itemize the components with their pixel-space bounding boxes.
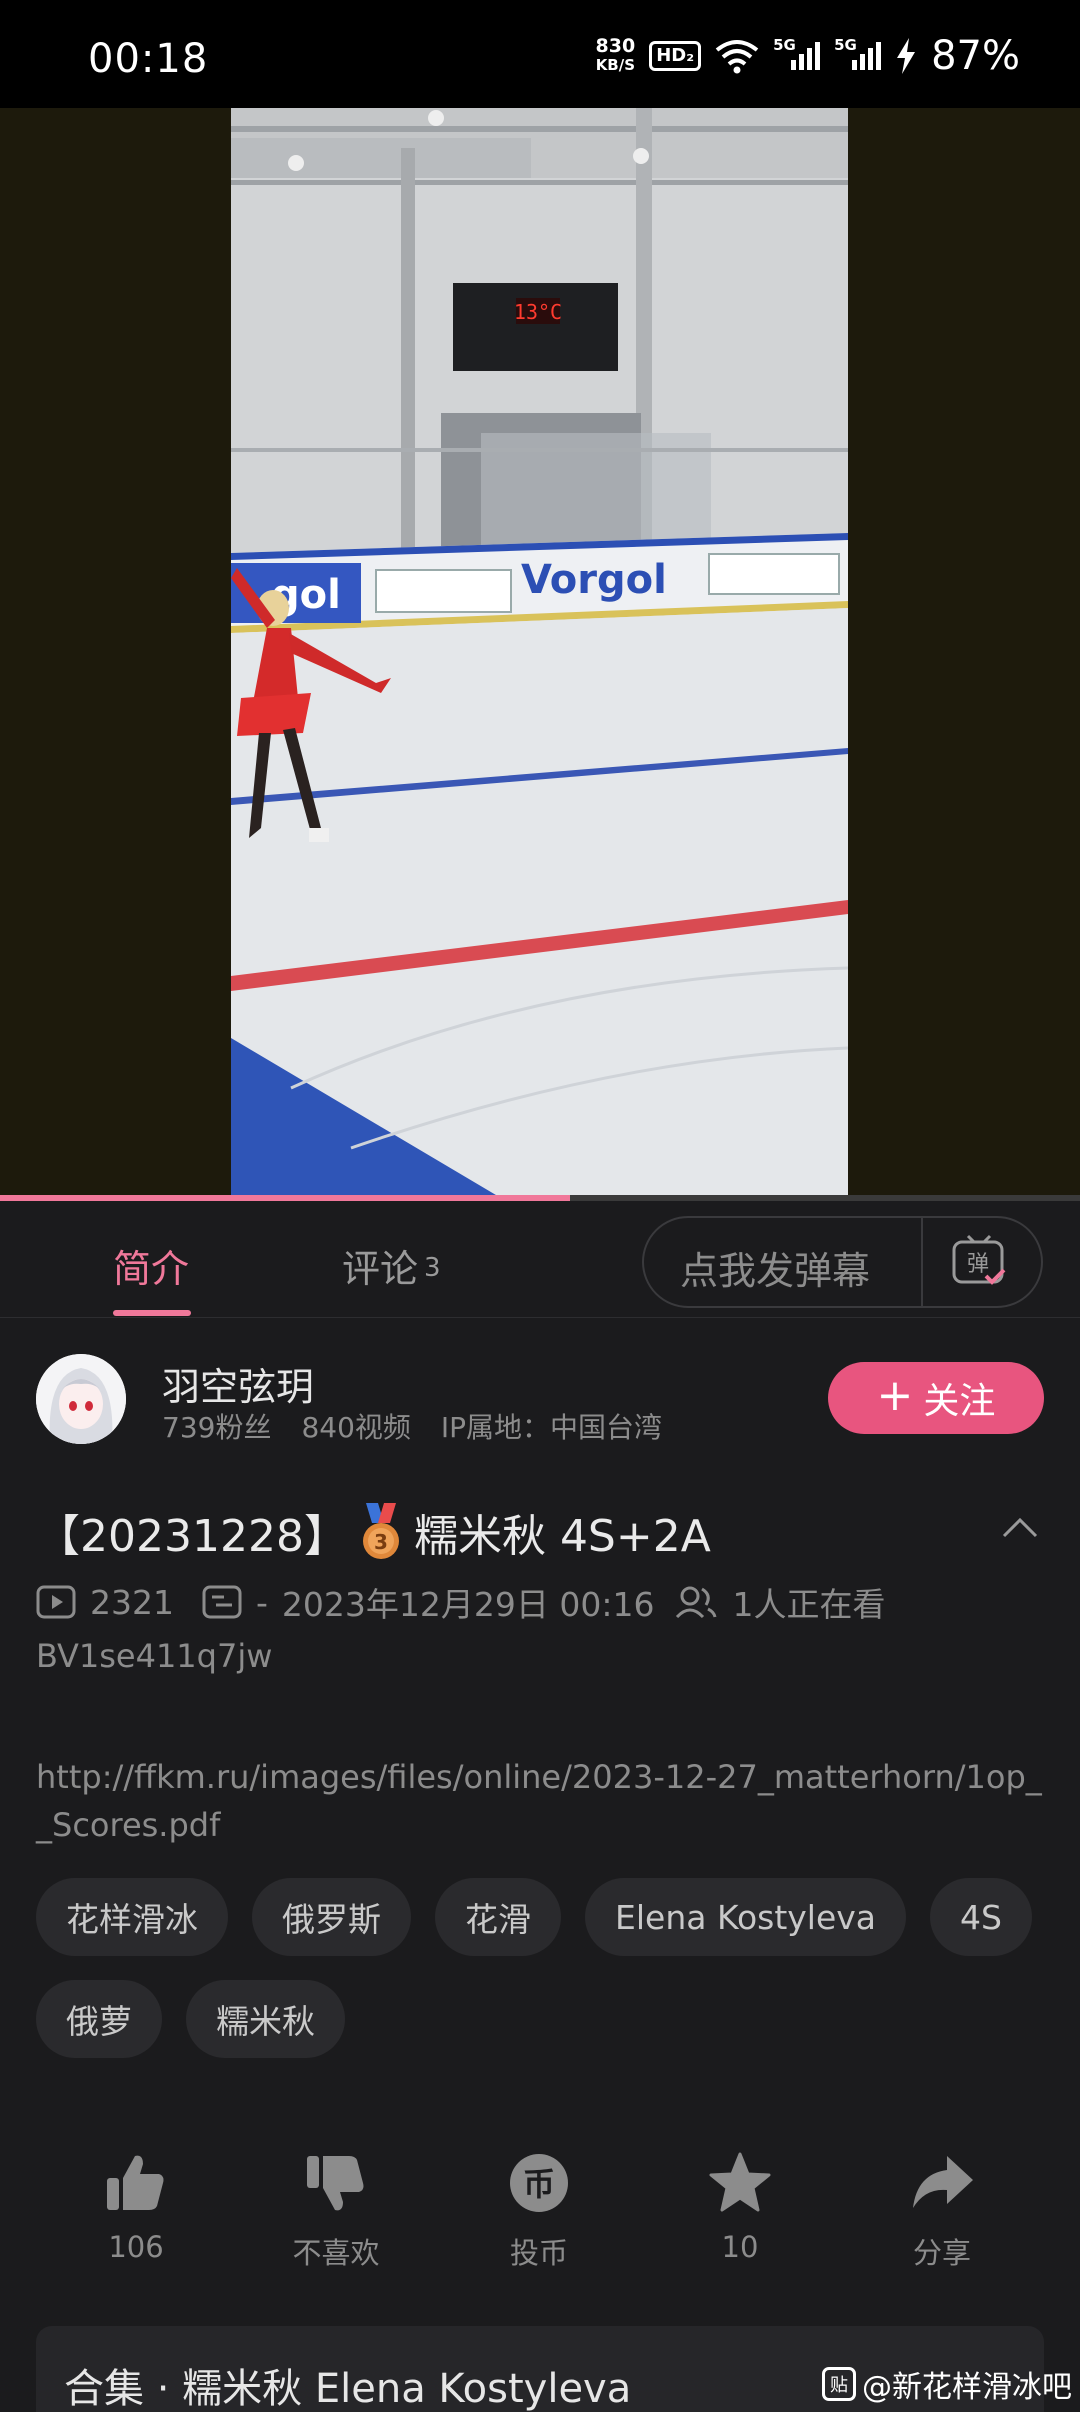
- video-description[interactable]: http://ffkm.ru/images/files/online/2023-…: [36, 1753, 1046, 1849]
- status-time: 00:18: [88, 36, 209, 82]
- charging-icon: [897, 38, 916, 74]
- video-count: 840视频: [301, 1411, 411, 1444]
- tab-intro[interactable]: 简介: [113, 1238, 189, 1293]
- tag-chip[interactable]: 4S: [930, 1878, 1032, 1956]
- plus-icon: +: [876, 1370, 914, 1421]
- coin-button[interactable]: 币 投币: [459, 2150, 619, 2272]
- uploader-stats: 739粉丝 840视频 IP属地：中国台湾: [162, 1406, 662, 1446]
- tab-comments-count: 3: [424, 1253, 441, 1283]
- tag-chip[interactable]: 花滑: [435, 1878, 561, 1956]
- danmaku-input-bar[interactable]: 点我发弹幕 弹: [642, 1216, 1043, 1308]
- action-bar: 106 不喜欢 币 投币 10 分享: [0, 2150, 1080, 2280]
- uploader-info[interactable]: 羽空弦玥 739粉丝 840视频 IP属地：中国台湾 + 关注: [0, 1322, 1080, 1462]
- status-icons: 830 KB/S HD₂ 5G 5G 87%: [596, 32, 1020, 80]
- dislike-button[interactable]: 不喜欢: [256, 2150, 416, 2272]
- net-speed: 830 KB/S: [595, 35, 636, 75]
- ip-location: IP属地：中国台湾: [440, 1411, 663, 1444]
- battery-level: 87%: [931, 33, 1020, 79]
- video-meta: 2321 - 2023年12月29日 00:16 1人正在看: [36, 1578, 885, 1626]
- favorite-button[interactable]: 10: [660, 2150, 820, 2264]
- uploader-name[interactable]: 羽空弦玥: [162, 1356, 314, 1411]
- video-scene-image: 13°C gol Vorgol: [231, 108, 848, 1198]
- tab-comments[interactable]: 评论 3: [342, 1238, 441, 1293]
- signal-icon-2: 5G: [834, 36, 882, 70]
- video-title: 【20231228】 3 糯米秋 4S+2A: [36, 1500, 711, 1564]
- video-player[interactable]: 13°C gol Vorgol: [0, 108, 1080, 1198]
- scoreboard-temp: 13°C: [514, 300, 562, 324]
- hd-voice-icon: HD₂: [649, 41, 702, 71]
- share-arrow-icon: [913, 2156, 973, 2208]
- tag-chip[interactable]: 俄萝: [36, 1980, 162, 2058]
- tag-list: 花样滑冰 俄罗斯 花滑 Elena Kostyleva 4S 俄萝 糯米秋: [36, 1878, 1046, 2058]
- danmaku-input[interactable]: 点我发弹幕: [680, 1240, 870, 1295]
- thumbs-down-icon: [307, 2156, 364, 2211]
- tab-bar: 简介 评论 3 点我发弹幕 弹: [0, 1204, 1080, 1318]
- danmaku-toggle-icon[interactable]: 弹: [950, 1232, 1010, 1292]
- follow-label: 关注: [923, 1381, 996, 1422]
- tag-chip[interactable]: 花样滑冰: [36, 1878, 228, 1956]
- share-button[interactable]: 分享: [862, 2150, 1022, 2272]
- danmaku-count-icon: [202, 1585, 242, 1619]
- watermark: 贴 @新花样滑冰吧: [822, 2362, 1072, 2406]
- tag-chip[interactable]: Elena Kostyleva: [585, 1878, 907, 1956]
- wifi-icon: [715, 40, 759, 74]
- tag-chip[interactable]: 俄罗斯: [252, 1878, 411, 1956]
- svg-text:弹: 弹: [967, 1252, 989, 1277]
- tab-active-indicator: [113, 1310, 191, 1316]
- collection-label: 合集 · 糯米秋 Elena Kostyleva: [64, 2366, 632, 2412]
- coin-icon: 币: [510, 2154, 568, 2212]
- svg-text:币: 币: [523, 2165, 555, 2203]
- publish-date: 2023年12月29日 00:16: [281, 1585, 655, 1624]
- bronze-medal-icon: 3: [362, 1503, 399, 1559]
- view-count: 2321: [90, 1582, 174, 1622]
- thumbs-up-icon: [107, 2155, 164, 2210]
- tag-chip[interactable]: 糯米秋: [186, 1980, 345, 2058]
- watching-count: 1人正在看: [732, 1585, 886, 1624]
- danmaku-count: -: [255, 1582, 268, 1622]
- video-progress-bar[interactable]: [0, 1195, 1080, 1201]
- signal-icon-1: 5G: [773, 36, 821, 70]
- watching-icon: [676, 1586, 717, 1619]
- play-count-icon: [36, 1585, 76, 1619]
- status-bar: 00:18 830 KB/S HD₂ 5G 5G 87%: [0, 0, 1080, 108]
- rink-banner-brand: Vorgol: [521, 557, 667, 603]
- avatar[interactable]: [36, 1354, 126, 1444]
- fans-count: 739粉丝: [162, 1411, 272, 1444]
- video-frame[interactable]: 13°C gol Vorgol: [231, 108, 848, 1198]
- watermark-text: @新花样滑冰吧: [862, 2370, 1072, 2405]
- tab-comments-label: 评论: [342, 1247, 419, 1291]
- avatar-image: [36, 1354, 126, 1444]
- divider: [921, 1218, 923, 1306]
- bvid: BV1se411q7jw: [36, 1637, 273, 1675]
- tieba-badge-icon: 贴: [822, 2367, 856, 2401]
- like-button[interactable]: 106: [56, 2150, 216, 2264]
- chevron-up-icon[interactable]: [1000, 1512, 1040, 1542]
- follow-button[interactable]: + 关注: [828, 1362, 1044, 1434]
- video-progress-fill: [0, 1195, 571, 1201]
- star-icon: [709, 2152, 771, 2212]
- svg-text:3: 3: [374, 1530, 388, 1554]
